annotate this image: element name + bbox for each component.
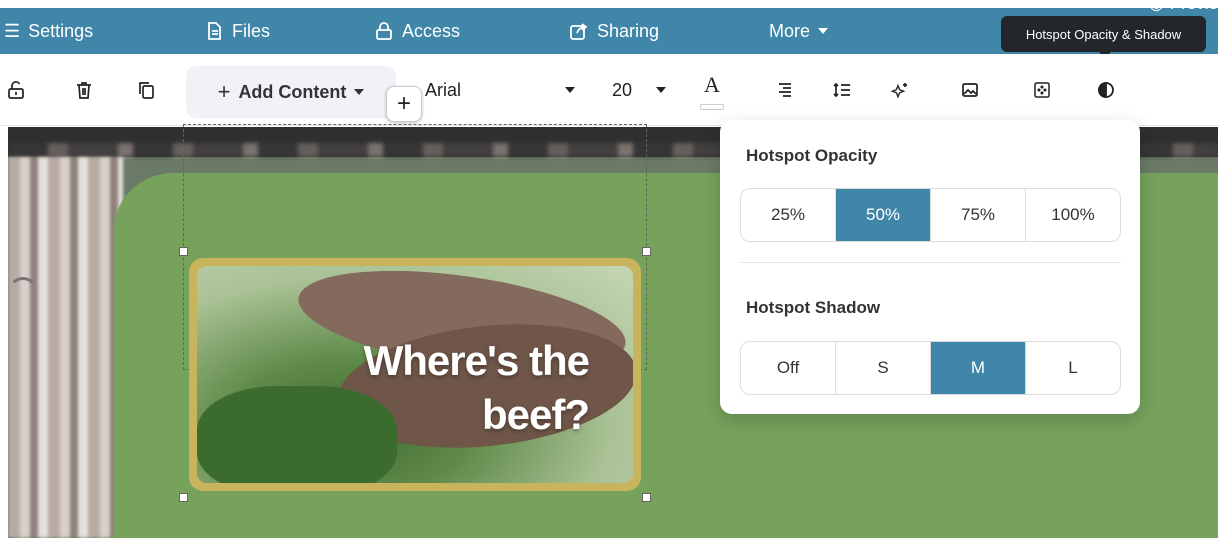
shadow-option-l[interactable]: L (1026, 342, 1120, 394)
nav-access[interactable]: Access (374, 8, 460, 54)
font-color-glyph: A (704, 72, 720, 97)
nav-sharing[interactable]: Sharing (569, 8, 659, 54)
resize-handle-bottom-left[interactable] (179, 493, 188, 502)
canvas-edge (0, 127, 8, 538)
shadow-option-s[interactable]: S (836, 342, 931, 394)
effects-icon[interactable] (888, 78, 912, 102)
font-size-value: 20 (612, 79, 633, 100)
font-color-button[interactable]: A (698, 72, 726, 110)
hotspot-caption-line2: beef? (481, 391, 590, 438)
chevron-down-icon (818, 28, 829, 34)
plus-icon: + (217, 79, 231, 104)
editor-toolbar: + Add Content Arial 20 A (0, 54, 1218, 126)
nav-access-label: Access (402, 20, 461, 41)
share-icon (570, 23, 588, 40)
chevron-down-icon (354, 89, 365, 95)
shadow-option-off[interactable]: Off (741, 342, 836, 394)
opacity-shadow-icon[interactable] (1094, 78, 1118, 102)
nav-files-label: Files (232, 20, 271, 41)
chevron-down-icon (656, 87, 666, 93)
font-size-select[interactable]: 20 (612, 76, 666, 104)
preview-button[interactable]: ◉ Previe (1149, 0, 1218, 14)
nav-more-label: More (769, 20, 811, 41)
divider (740, 262, 1121, 263)
nav-settings-label: Settings (28, 20, 94, 41)
nav-files[interactable]: Files (204, 8, 270, 54)
nav-settings[interactable]: ☰ Settings (4, 8, 93, 54)
chevron-down-icon (565, 87, 575, 93)
padding-icon[interactable] (1030, 78, 1054, 102)
image-icon[interactable] (958, 78, 982, 102)
hotspot-image: Where's the beef? (197, 266, 633, 483)
duplicate-icon[interactable] (134, 78, 158, 102)
hotspot[interactable]: Where's the beef? (189, 258, 641, 491)
add-element-button[interactable]: + (386, 86, 422, 122)
plus-icon: + (396, 90, 411, 117)
hotspot-caption: Where's the beef? (289, 334, 590, 442)
shadow-segmented-control: Off S M L (740, 341, 1121, 395)
shadow-heading: Hotspot Shadow (746, 298, 881, 317)
shadow-option-m[interactable]: M (931, 342, 1026, 394)
hotspot-caption-line1: Where's the (363, 337, 590, 384)
loading-spinner-icon (8, 277, 38, 307)
font-family-select[interactable]: Arial (425, 76, 575, 104)
resize-handle-bottom-right[interactable] (642, 493, 651, 502)
add-content-label: Add Content (238, 81, 347, 102)
add-content-button[interactable]: + Add Content (186, 66, 396, 118)
background-image (8, 157, 123, 538)
align-right-icon[interactable] (772, 78, 796, 102)
resize-handle-top-left[interactable] (179, 247, 188, 256)
opacity-heading: Hotspot Opacity (746, 146, 878, 165)
opacity-option-75[interactable]: 75% (931, 189, 1026, 241)
line-height-icon[interactable] (830, 78, 854, 102)
nav-more[interactable]: More (769, 8, 829, 54)
preview-label: Previe (1169, 0, 1218, 13)
tooltip: Hotspot Opacity & Shadow (1001, 16, 1206, 58)
font-family-value: Arial (425, 79, 462, 100)
list-icon: ☰ (4, 20, 21, 41)
opacity-segmented-control: 25% 50% 75% 100% (740, 188, 1121, 242)
eye-icon: ◉ (1148, 0, 1164, 13)
opacity-option-100[interactable]: 100% (1026, 189, 1120, 241)
opacity-option-50[interactable]: 50% (836, 189, 931, 241)
lock-icon (376, 22, 392, 40)
font-color-swatch (700, 104, 724, 110)
nav-sharing-label: Sharing (597, 20, 660, 41)
opacity-option-25[interactable]: 25% (741, 189, 836, 241)
file-icon (208, 22, 221, 40)
unlock-icon[interactable] (4, 78, 28, 102)
resize-handle-top-right[interactable] (642, 247, 651, 256)
opacity-shadow-popover: Hotspot Opacity 25% 50% 75% 100% Hotspot… (720, 120, 1140, 414)
trash-icon[interactable] (72, 78, 96, 102)
